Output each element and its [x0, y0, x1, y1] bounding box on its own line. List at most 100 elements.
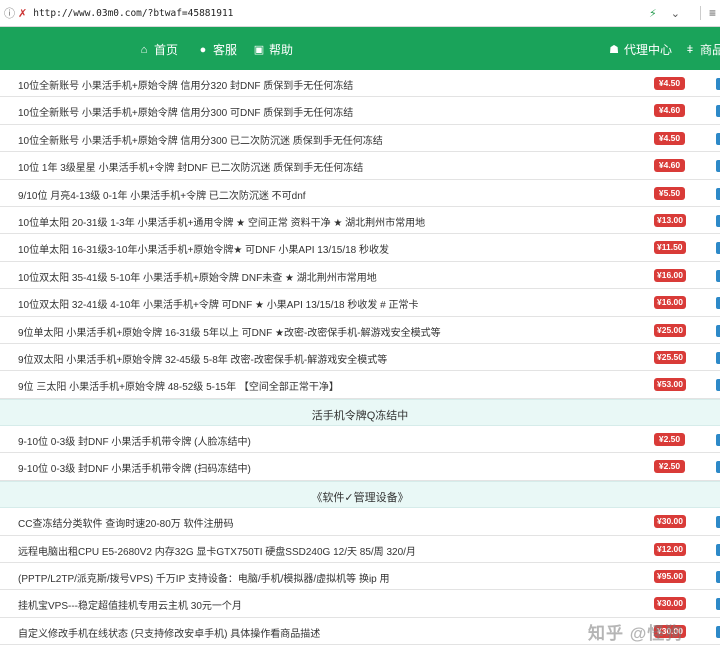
watermark: 知乎 @怪狗: [588, 624, 684, 643]
nav-home-label: 首页: [154, 43, 179, 57]
product-row[interactable]: 10位全新账号 小果活手机+原始令牌 信用分320 封DNF 质保到手无任何冻结…: [0, 70, 720, 98]
pin-icon: ǂ: [686, 43, 694, 56]
address-bar: ⓘ ✗ http://www.03m0.com/?btwaf=45881911 …: [0, 0, 720, 27]
buy-button[interactable]: [716, 434, 720, 447]
product-row[interactable]: 9位单太阳 小果活手机+原始令牌 16-31级 5年以上 可DNF ★改密-改密…: [0, 316, 720, 344]
product-row[interactable]: 10位双太阳 35-41级 5-10年 小果活手机+原始令牌 DNF未查 ★ 湖…: [0, 261, 720, 290]
buy-button[interactable]: [716, 351, 720, 364]
product-title[interactable]: 挂机宝VPS---稳定超值挂机专用云主机 30元一个月: [18, 597, 242, 612]
price-badge: ¥4.60: [654, 159, 685, 173]
nav-service[interactable]: ● 客服: [197, 41, 237, 58]
chevron-down-icon[interactable]: ⌄: [671, 7, 680, 20]
buy-button[interactable]: [716, 269, 720, 282]
product-title[interactable]: 自定义修改手机在线状态 (只支持修改安卓手机) 具体操作看商品描述: [18, 625, 320, 640]
product-row[interactable]: 10位全新账号 小果活手机+原始令牌 信用分300 可DNF 质保到手无任何冻结…: [0, 97, 720, 125]
url-text[interactable]: http://www.03m0.com/?btwaf=45881911: [33, 8, 649, 19]
buy-button[interactable]: [716, 132, 720, 145]
product-title[interactable]: 10位单太阳 20-31级 1-3年 小果活手机+通用令牌 ★ 空间正常 资料干…: [18, 214, 425, 229]
price-badge: ¥4.60: [654, 104, 685, 118]
buy-button[interactable]: [716, 379, 720, 392]
buy-button[interactable]: [716, 214, 720, 227]
nav-goods[interactable]: ǂ 商品: [684, 41, 720, 58]
nav-help-label: 帮助: [269, 43, 294, 57]
lightning-icon[interactable]: ⚡: [649, 7, 657, 20]
buy-button[interactable]: [716, 324, 720, 337]
product-title[interactable]: 10位双太阳 32-41级 4-10年 小果活手机+令牌 可DNF ★ 小果AP…: [18, 296, 418, 311]
product-row[interactable]: 10位单太阳 16-31级3-10年小果活手机+原始令牌★ 可DNF 小果API…: [0, 234, 720, 262]
section-header: 活手机令牌Q冻结中: [0, 398, 720, 427]
home-icon: ⌂: [140, 43, 148, 56]
product-title[interactable]: 10位单太阳 16-31级3-10年小果活手机+原始令牌★ 可DNF 小果API…: [18, 241, 389, 256]
buy-button[interactable]: [716, 461, 720, 474]
price-badge: ¥5.50: [654, 186, 685, 200]
product-title[interactable]: 9-10位 0-3级 封DNF 小果活手机带令牌 (人脸冻结中): [18, 433, 251, 448]
nav-help[interactable]: ▣ 帮助: [253, 41, 293, 58]
buy-button[interactable]: [716, 187, 720, 200]
price-badge: ¥30.00: [654, 515, 686, 529]
product-row[interactable]: CC查冻结分类软件 查询时速20-80万 软件注册码 ¥30.00: [0, 508, 720, 536]
product-list: 10位全新账号 小果活手机+原始令牌 信用分320 封DNF 质保到手无任何冻结…: [0, 70, 720, 646]
nav-service-label: 客服: [213, 43, 238, 57]
product-row[interactable]: 10位 1年 3级星星 小果活手机+令牌 封DNF 已二次防沉迷 质保到手无任何…: [0, 152, 720, 180]
nav-agent[interactable]: ☗ 代理中心: [608, 41, 672, 58]
product-title[interactable]: 10位双太阳 35-41级 5-10年 小果活手机+原始令牌 DNF未查 ★ 湖…: [18, 269, 377, 284]
product-row[interactable]: 10位双太阳 32-41级 4-10年 小果活手机+令牌 可DNF ★ 小果AP…: [0, 289, 720, 317]
product-row[interactable]: 9位双太阳 小果活手机+原始令牌 32-45级 5-8年 改密-改密保手机-解游…: [0, 343, 720, 372]
buy-button[interactable]: [716, 105, 720, 118]
price-badge: ¥12.00: [654, 542, 686, 556]
section-title: 《软件✓管理设备》: [311, 491, 409, 504]
buy-button[interactable]: [716, 598, 720, 611]
product-title[interactable]: (PPTP/L2TP/派克斯/拨号VPS) 千万IP 支持设备：电脑/手机/模拟…: [18, 570, 390, 585]
price-badge: ¥16.00: [654, 268, 686, 282]
book-icon: ▣: [253, 43, 265, 56]
product-title[interactable]: 10位全新账号 小果活手机+原始令牌 信用分300 可DNF 质保到手无任何冻结: [18, 104, 353, 119]
buy-button[interactable]: [716, 242, 720, 255]
nav-agent-label: 代理中心: [624, 43, 673, 57]
chat-icon: ●: [199, 43, 207, 56]
product-row[interactable]: 9/10位 月亮4-13级 0-1年 小果活手机+令牌 已二次防沉迷 不可dnf…: [0, 179, 720, 207]
product-title[interactable]: CC查冻结分类软件 查询时速20-80万 软件注册码: [18, 515, 234, 530]
section-title: 活手机令牌Q冻结中: [311, 409, 409, 422]
price-badge: ¥4.50: [654, 131, 685, 145]
product-title[interactable]: 9位 三太阳 小果活手机+原始令牌 48-52级 5-15年 【空间全部正常干净…: [18, 378, 339, 393]
buy-button[interactable]: [716, 516, 720, 529]
buy-button[interactable]: [716, 625, 720, 638]
section-header: 《软件✓管理设备》: [0, 480, 720, 509]
buy-button[interactable]: [716, 571, 720, 584]
product-row[interactable]: 9-10位 0-3级 封DNF 小果活手机带令牌 (扫码冻结中) ¥2.50: [0, 453, 720, 481]
product-title[interactable]: 10位全新账号 小果活手机+原始令牌 信用分320 封DNF 质保到手无任何冻结: [18, 77, 353, 92]
price-badge: ¥95.00: [654, 570, 686, 584]
price-badge: ¥25.50: [654, 350, 686, 364]
info-icon[interactable]: ⓘ: [4, 5, 15, 21]
product-title[interactable]: 10位全新账号 小果活手机+原始令牌 信用分300 已二次防沉迷 质保到手无任何…: [18, 132, 383, 147]
product-title[interactable]: 10位 1年 3级星星 小果活手机+令牌 封DNF 已二次防沉迷 质保到手无任何…: [18, 159, 363, 174]
product-title[interactable]: 9位单太阳 小果活手机+原始令牌 16-31级 5年以上 可DNF ★改密-改密…: [18, 324, 441, 339]
buy-button[interactable]: [716, 297, 720, 310]
price-badge: ¥4.50: [654, 77, 685, 90]
product-row[interactable]: 10位单太阳 20-31级 1-3年 小果活手机+通用令牌 ★ 空间正常 资料干…: [0, 206, 720, 235]
nav-home[interactable]: ⌂ 首页: [138, 41, 178, 58]
product-row[interactable]: 10位全新账号 小果活手机+原始令牌 信用分300 已二次防沉迷 质保到手无任何…: [0, 124, 720, 153]
price-badge: ¥16.00: [654, 296, 686, 310]
product-title[interactable]: 远程电脑出租CPU E5-2680V2 内存32G 显卡GTX750TI 硬盘S…: [18, 543, 416, 558]
product-row[interactable]: 挂机宝VPS---稳定超值挂机专用云主机 30元一个月 ¥30.00: [0, 590, 720, 618]
buy-button[interactable]: [716, 78, 720, 90]
price-badge: ¥25.00: [654, 323, 686, 337]
price-badge: ¥30.00: [654, 597, 686, 611]
product-row[interactable]: 9-10位 0-3级 封DNF 小果活手机带令牌 (人脸冻结中) ¥2.50: [0, 426, 720, 454]
price-badge: ¥2.50: [654, 460, 685, 474]
price-badge: ¥53.00: [654, 378, 686, 392]
product-row[interactable]: (PPTP/L2TP/派克斯/拨号VPS) 千万IP 支持设备：电脑/手机/模拟…: [0, 563, 720, 591]
product-row[interactable]: 远程电脑出租CPU E5-2680V2 内存32G 显卡GTX750TI 硬盘S…: [0, 535, 720, 564]
buy-button[interactable]: [716, 160, 720, 173]
price-badge: ¥11.50: [654, 241, 686, 255]
product-title[interactable]: 9/10位 月亮4-13级 0-1年 小果活手机+令牌 已二次防沉迷 不可dnf: [18, 187, 306, 202]
users-icon: ☗: [609, 43, 619, 56]
product-title[interactable]: 9-10位 0-3级 封DNF 小果活手机带令牌 (扫码冻结中): [18, 460, 251, 475]
product-title[interactable]: 9位双太阳 小果活手机+原始令牌 32-45级 5-8年 改密-改密保手机-解游…: [18, 351, 387, 366]
product-row[interactable]: 9位 三太阳 小果活手机+原始令牌 48-52级 5-15年 【空间全部正常干净…: [0, 371, 720, 399]
menu-icon[interactable]: ≡: [709, 6, 716, 20]
buy-button[interactable]: [716, 543, 720, 556]
top-nav: ⌂ 首页 ● 客服 ▣ 帮助 ☗ 代理中心 ǂ 商品: [0, 27, 720, 72]
price-badge: ¥13.00: [654, 213, 686, 227]
